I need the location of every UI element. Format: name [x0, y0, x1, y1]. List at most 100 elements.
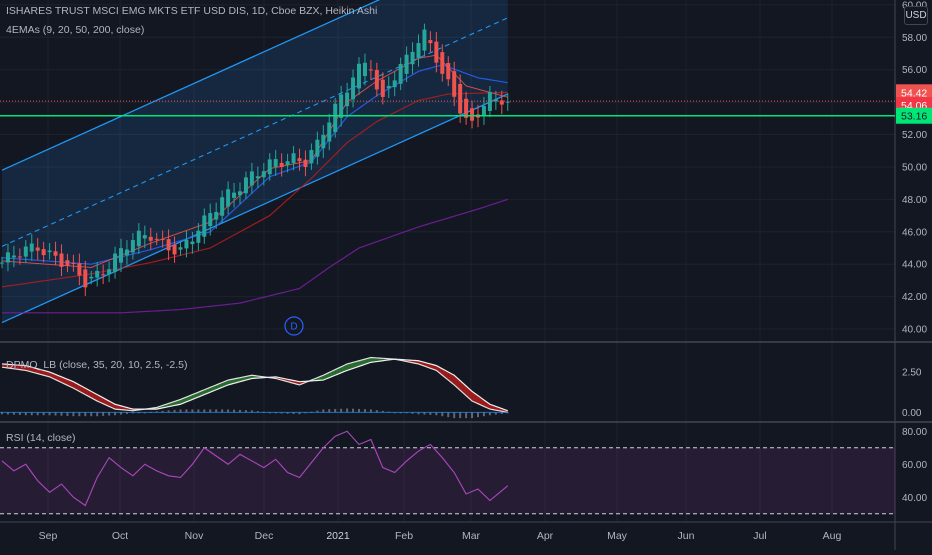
- candle-down[interactable]: [42, 249, 46, 255]
- candle-down[interactable]: [18, 256, 22, 257]
- ema-legend[interactable]: 4EMAs (9, 20, 50, 200, close): [6, 24, 144, 36]
- candle-up[interactable]: [333, 104, 337, 132]
- candle-up[interactable]: [30, 243, 34, 251]
- candle-up[interactable]: [107, 269, 111, 274]
- dpmo-histogram-bar: [465, 412, 467, 418]
- candle-up[interactable]: [268, 159, 272, 174]
- candle-up[interactable]: [411, 52, 415, 64]
- candle-up[interactable]: [256, 176, 260, 178]
- candle-down[interactable]: [458, 84, 462, 114]
- time-tick-label: Jun: [678, 530, 695, 542]
- candle-up[interactable]: [238, 191, 242, 195]
- candle-down[interactable]: [77, 263, 81, 275]
- chart-stage[interactable]: D 40.0042.0044.0046.0048.0050.0052.0054.…: [0, 0, 932, 550]
- candle-up[interactable]: [208, 213, 212, 226]
- price-axis[interactable]: 40.0042.0044.0046.0048.0050.0052.0054.00…: [896, 0, 932, 503]
- candle-up[interactable]: [339, 95, 343, 118]
- candle-up[interactable]: [315, 140, 319, 157]
- candle-down[interactable]: [149, 237, 153, 241]
- candle-up[interactable]: [244, 177, 248, 193]
- currency-button[interactable]: USD: [904, 6, 928, 25]
- candle-up[interactable]: [143, 235, 147, 238]
- dpmo-tick-label: 0.00: [902, 408, 922, 419]
- candle-down[interactable]: [452, 71, 456, 97]
- candle-down[interactable]: [280, 163, 284, 167]
- candle-down[interactable]: [375, 70, 379, 89]
- candle-up[interactable]: [24, 247, 28, 257]
- candle-down[interactable]: [440, 52, 444, 74]
- price-tick-label: 58.00: [902, 33, 927, 44]
- candle-up[interactable]: [417, 43, 421, 58]
- candle-down[interactable]: [303, 160, 307, 167]
- candle-down[interactable]: [434, 42, 438, 63]
- candle-up[interactable]: [345, 93, 349, 107]
- candle-up[interactable]: [113, 254, 117, 272]
- candle-up[interactable]: [179, 247, 183, 249]
- rsi-band: [0, 448, 895, 514]
- candle-down[interactable]: [83, 269, 87, 287]
- candle-up[interactable]: [363, 63, 367, 76]
- candle-up[interactable]: [262, 171, 266, 177]
- candle-up[interactable]: [506, 102, 510, 103]
- price-tick-label: 44.00: [902, 260, 927, 271]
- candle-up[interactable]: [387, 86, 391, 88]
- candle-up[interactable]: [250, 171, 254, 185]
- candle-down[interactable]: [65, 260, 69, 266]
- candle-down[interactable]: [54, 251, 58, 255]
- candle-up[interactable]: [196, 231, 200, 243]
- candle-up[interactable]: [292, 153, 296, 163]
- candle-down[interactable]: [428, 40, 432, 43]
- price-pane[interactable]: D: [0, 0, 895, 335]
- candle-up[interactable]: [321, 135, 325, 148]
- candle-up[interactable]: [482, 106, 486, 116]
- rsi-pane[interactable]: [0, 431, 895, 514]
- candle-down[interactable]: [298, 158, 302, 161]
- candle-down[interactable]: [173, 245, 177, 255]
- candle-up[interactable]: [351, 77, 355, 99]
- candle-up[interactable]: [48, 251, 52, 253]
- candle-up[interactable]: [232, 193, 236, 198]
- candle-down[interactable]: [101, 274, 105, 275]
- candle-up[interactable]: [0, 263, 4, 264]
- candle-up[interactable]: [131, 240, 135, 252]
- candle-up[interactable]: [95, 271, 99, 278]
- rsi-legend[interactable]: RSI (14, close): [6, 432, 75, 444]
- candle-up[interactable]: [190, 242, 194, 245]
- candle-up[interactable]: [226, 189, 230, 206]
- candle-down[interactable]: [446, 63, 450, 79]
- candle-up[interactable]: [422, 30, 426, 51]
- candle-up[interactable]: [327, 122, 331, 141]
- candle-up[interactable]: [137, 231, 141, 247]
- candle-up[interactable]: [125, 250, 129, 256]
- candle-down[interactable]: [60, 254, 64, 267]
- time-tick-label: Apr: [537, 530, 554, 542]
- candle-up[interactable]: [6, 252, 10, 262]
- dpmo-histogram-bar: [334, 409, 336, 412]
- candle-down[interactable]: [71, 263, 75, 264]
- candle-up[interactable]: [202, 215, 206, 236]
- candle-down[interactable]: [470, 108, 474, 120]
- candle-up[interactable]: [89, 277, 93, 279]
- candle-up[interactable]: [286, 161, 290, 165]
- candle-down[interactable]: [161, 239, 165, 240]
- candle-up[interactable]: [405, 55, 409, 74]
- candle-up[interactable]: [357, 64, 361, 89]
- candle-down[interactable]: [464, 99, 468, 118]
- time-axis[interactable]: SepOctNovDec2021FebMarAprMayJunJulAug: [39, 530, 842, 542]
- candle-up[interactable]: [399, 64, 403, 84]
- candle-up[interactable]: [309, 150, 313, 163]
- candle-up[interactable]: [184, 240, 188, 249]
- candle-up[interactable]: [119, 248, 123, 263]
- dpmo-legend[interactable]: DPMO_LB (close, 35, 20, 10, 2.5, -2.5): [6, 359, 188, 371]
- candle-up[interactable]: [274, 159, 278, 167]
- candle-down[interactable]: [36, 248, 40, 251]
- candle-down[interactable]: [381, 80, 385, 97]
- candle-down[interactable]: [369, 69, 373, 70]
- candle-down[interactable]: [167, 239, 171, 250]
- candle-up[interactable]: [12, 256, 16, 258]
- candle-up[interactable]: [393, 80, 397, 87]
- candle-down[interactable]: [155, 239, 159, 240]
- chart-canvas[interactable]: D 40.0042.0044.0046.0048.0050.0052.0054.…: [0, 0, 932, 550]
- candle-up[interactable]: [220, 197, 224, 216]
- candle-up[interactable]: [214, 212, 218, 220]
